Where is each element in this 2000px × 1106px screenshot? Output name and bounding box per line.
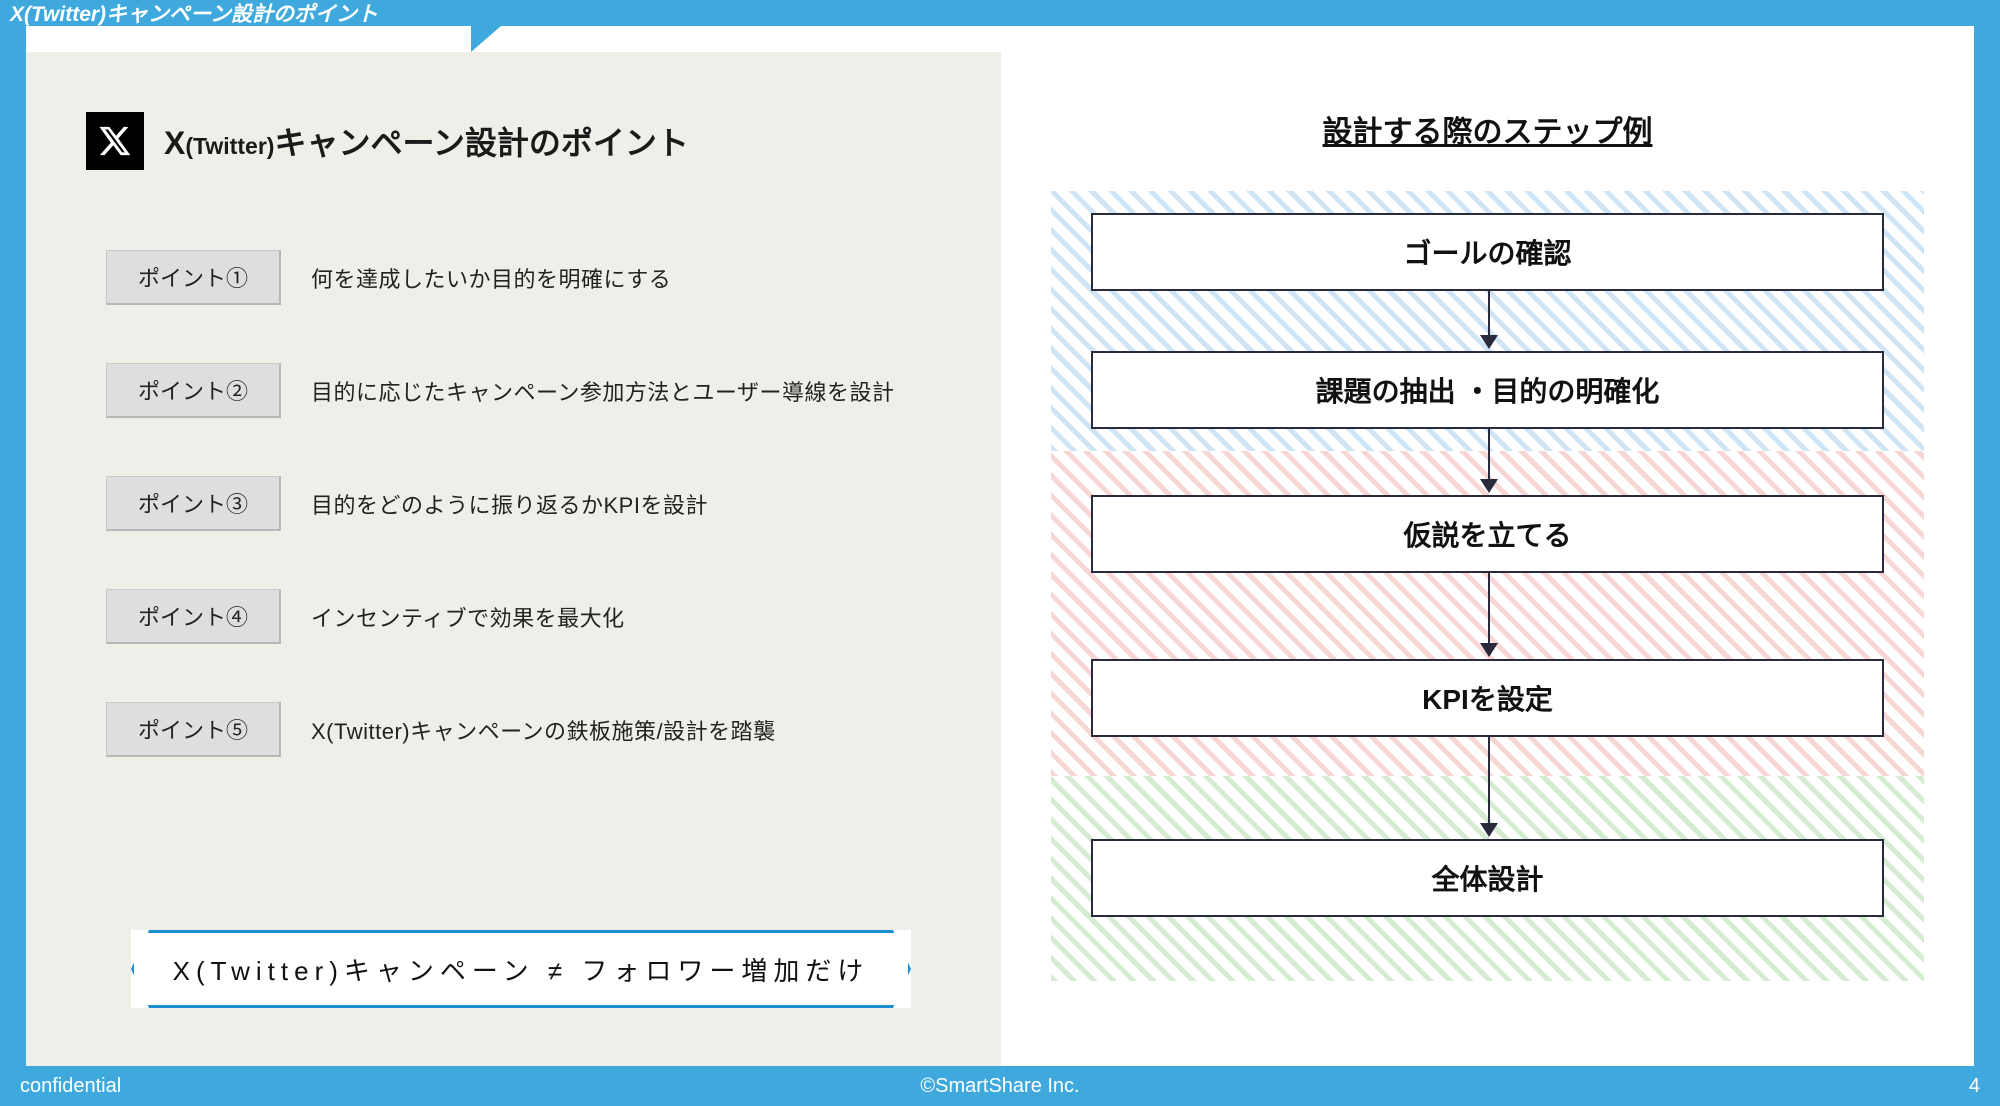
title-tab: X(Twitter)キャンペーン設計のポイント [0, 0, 480, 26]
footer-left: confidential [20, 1075, 121, 1098]
point-row: ポイント① 何を達成したいか目的を明確にする [106, 250, 941, 305]
flow-step-4: KPIを設定 [1091, 659, 1884, 737]
point-desc-5: X(Twitter)キャンペーンの鉄板施策/設計を踏襲 [311, 714, 776, 746]
point-badge-4: ポイント④ [106, 589, 281, 644]
left-column: X(Twitter)キャンペーン設計のポイント ポイント① 何を達成したいか目的… [26, 52, 1001, 1066]
point-row: ポイント③ 目的をどのように振り返るかKPIを設計 [106, 476, 941, 531]
point-badge-5: ポイント⑤ [106, 702, 281, 757]
callout-box: X(Twitter)キャンペーン ≠ フォロワー増加だけ [131, 930, 911, 1008]
subheading-row: X(Twitter)キャンペーン設計のポイント [86, 112, 941, 170]
slide-frame: X(Twitter)キャンペーン設計のポイント X(Twitter)キャンペーン… [0, 0, 2000, 1106]
point-desc-1: 何を達成したいか目的を明確にする [311, 262, 671, 294]
point-badge-1: ポイント① [106, 250, 281, 305]
callout-text: X(Twitter)キャンペーン ≠ フォロワー増加だけ [131, 930, 911, 1008]
title-tab-wedge [471, 26, 501, 52]
x-logo-icon [86, 112, 144, 170]
flow-step-5: 全体設計 [1091, 839, 1884, 917]
subheading-rest: キャンペーン設計のポイント [274, 125, 688, 161]
subheading-small: (Twitter) [185, 133, 274, 159]
flow-diagram: ゴールの確認 課題の抽出 ・目的の明確化 仮説を立てる KPIを設定 全体設計 [1051, 191, 1924, 981]
right-column: 設計する際のステップ例 ゴールの確認 課題の抽出 ・目的の明確化 仮説を立てる … [1001, 52, 1974, 1066]
flow-step-3: 仮説を立てる [1091, 495, 1884, 573]
point-row: ポイント⑤ X(Twitter)キャンペーンの鉄板施策/設計を踏襲 [106, 702, 941, 757]
point-row: ポイント④ インセンティブで効果を最大化 [106, 589, 941, 644]
flow-step-1: ゴールの確認 [1091, 213, 1884, 291]
point-desc-4: インセンティブで効果を最大化 [311, 601, 625, 633]
content-area: X(Twitter)キャンペーン設計のポイント ポイント① 何を達成したいか目的… [26, 52, 1974, 1066]
flow-step-2: 課題の抽出 ・目的の明確化 [1091, 351, 1884, 429]
footer-center: ©SmartShare Inc. [920, 1075, 1079, 1098]
point-badge-2: ポイント② [106, 363, 281, 418]
footer-bar: confidential ©SmartShare Inc. 4 [0, 1066, 2000, 1106]
point-desc-2: 目的に応じたキャンペーン参加方法とユーザー導線を設計 [311, 375, 894, 407]
point-row: ポイント② 目的に応じたキャンペーン参加方法とユーザー導線を設計 [106, 363, 941, 418]
subheading-text: X(Twitter)キャンペーン設計のポイント [164, 118, 689, 164]
points-list: ポイント① 何を達成したいか目的を明確にする ポイント② 目的に応じたキャンペー… [86, 250, 941, 757]
footer-page-number: 4 [1969, 1075, 1980, 1098]
title-tab-text: X(Twitter)キャンペーン設計のポイント [10, 0, 378, 28]
point-badge-3: ポイント③ [106, 476, 281, 531]
right-title: 設計する際のステップ例 [1051, 107, 1924, 151]
point-desc-3: 目的をどのように振り返るかKPIを設計 [311, 488, 708, 520]
subheading-big: X [164, 125, 185, 161]
